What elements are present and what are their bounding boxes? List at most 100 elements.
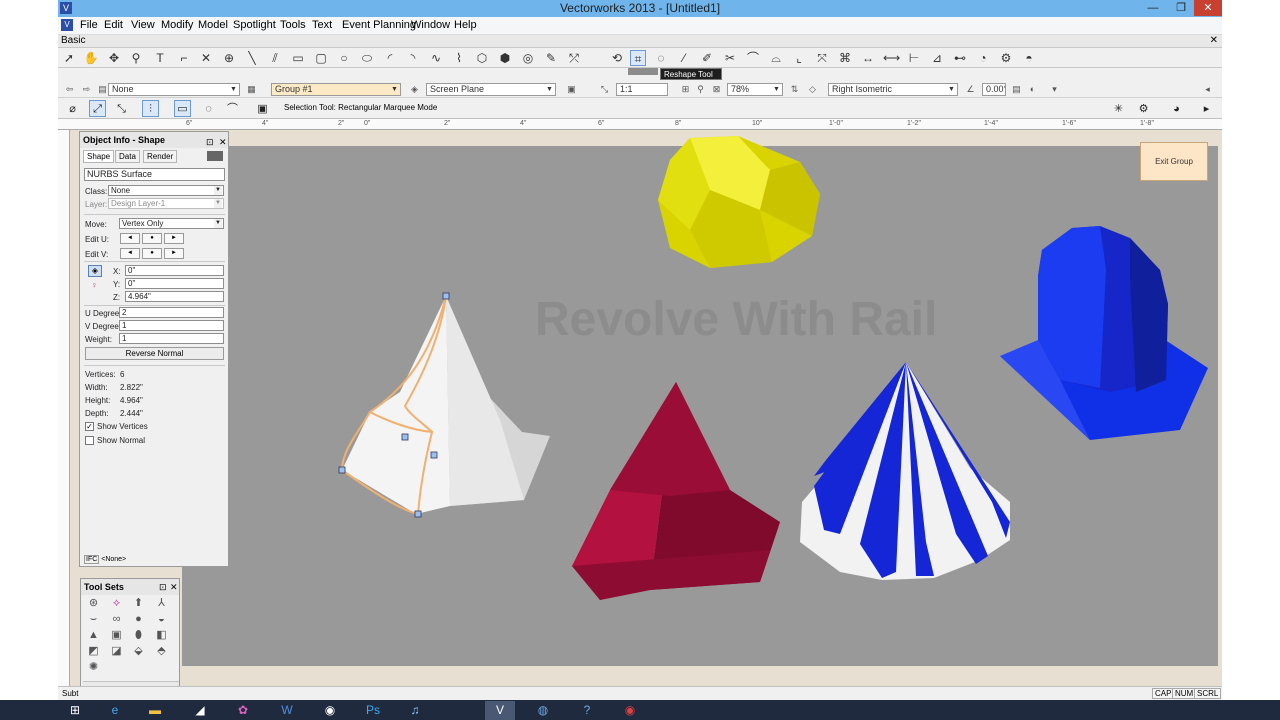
active-class-dropdown[interactable]: None ▼	[108, 83, 240, 96]
menu-tools[interactable]: Tools	[280, 19, 306, 31]
mode-close-icon[interactable]: ▸	[1198, 100, 1215, 117]
exit-group-button[interactable]: Exit Group	[1140, 142, 1208, 181]
active-layer-dropdown[interactable]: Group #1 ▼	[271, 83, 401, 96]
internet-explorer-icon[interactable]: e	[100, 701, 130, 720]
menu-file[interactable]: File	[80, 19, 98, 31]
offset-tool-icon[interactable]: ⌓	[768, 50, 784, 66]
view-options-icon[interactable]: ▾	[1048, 83, 1061, 96]
edit-u-prev-button[interactable]: ◄	[120, 233, 140, 244]
deform-tool-icon[interactable]: ✺	[86, 661, 101, 674]
paint-icon[interactable]: ✿	[228, 701, 258, 720]
box-tool-icon[interactable]: ▣	[109, 629, 124, 642]
palette-menu-icon[interactable]: ◂	[1201, 83, 1214, 96]
menu-modify[interactable]: Modify	[161, 19, 193, 31]
reshape-flyout-indicator[interactable]	[628, 68, 658, 75]
y-field[interactable]: 0"	[125, 278, 224, 289]
lock-mode-icon[interactable]: ⫶	[142, 100, 159, 117]
callout-tool-icon[interactable]: ⌐	[176, 50, 192, 66]
sphere-tool-icon[interactable]: ●	[131, 613, 146, 626]
windows-start-icon[interactable]: ⊞	[60, 701, 90, 720]
move-dropdown[interactable]: Vertex Only ▼	[119, 218, 224, 229]
help-icon[interactable]: ?	[572, 701, 602, 720]
3d-modeling-set-icon[interactable]: ⊛	[86, 597, 101, 610]
polygon-marquee-mode-icon[interactable]: ◌	[200, 100, 217, 117]
selection-preferences-icon[interactable]: ▣	[254, 100, 271, 117]
angle-dimension-tool-icon[interactable]: ⊿	[929, 50, 945, 66]
hemisphere-tool-icon[interactable]: ◒	[154, 613, 169, 626]
taper-face-tool-icon[interactable]: ⬘	[154, 645, 169, 658]
edit-v-center-button[interactable]: ●	[142, 248, 162, 259]
tab-data[interactable]: Data	[115, 150, 140, 163]
polygon-tool-icon[interactable]: ⬡	[474, 50, 490, 66]
3d-modeling-active-set-icon[interactable]: ⟡	[109, 597, 124, 610]
locus-tool-icon[interactable]: ✕	[198, 50, 214, 66]
layer-scale-field[interactable]: 1:1	[616, 83, 668, 96]
pan-tool-icon[interactable]: ✋	[83, 50, 99, 66]
pin-icon[interactable]: ⊡	[159, 579, 167, 595]
eyedropper-tool-icon[interactable]: ✎	[543, 50, 559, 66]
lighting-icon[interactable]: ◐	[1026, 83, 1039, 96]
visibility-icon[interactable]: ◕	[1168, 100, 1185, 117]
menu-text[interactable]: Text	[312, 19, 332, 31]
class-dropdown[interactable]: None ▼	[108, 185, 224, 196]
flyover-icon[interactable]: ⇅	[788, 83, 801, 96]
show-vertices-checkbox[interactable]: ✓	[85, 422, 94, 431]
close-icon[interactable]: ✕	[219, 134, 227, 150]
spiral-tool-icon[interactable]: ◎	[520, 50, 536, 66]
polyline-tool-icon[interactable]: ⌇	[451, 50, 467, 66]
view-dropdown[interactable]: Right Isometric ▼	[828, 83, 958, 96]
connect-tool-icon[interactable]: ⌞	[791, 50, 807, 66]
tab-shape[interactable]: Shape	[83, 150, 115, 163]
photoshop-icon[interactable]: Ps	[358, 701, 388, 720]
mirror-tool-icon[interactable]: ◌	[653, 50, 669, 66]
reshape-tool-icon[interactable]: ⌗	[630, 50, 646, 66]
recorder-icon[interactable]: ◉	[615, 701, 645, 720]
v-degree-field[interactable]: 1	[119, 320, 224, 331]
menu-view[interactable]: View	[131, 19, 155, 31]
previous-view-icon[interactable]: ⇦	[63, 83, 76, 96]
layer-dropdown[interactable]: Design Layer-1 ▼	[108, 198, 224, 209]
flyover-tool-icon[interactable]: ✥	[106, 50, 122, 66]
z-field[interactable]: 4.964"	[125, 291, 224, 302]
nurbs-curve-tool-icon[interactable]: ∞	[109, 613, 124, 626]
chain-dimension-tool-icon[interactable]: ⊢	[906, 50, 922, 66]
constrained-dimension-tool-icon[interactable]: ⟷	[883, 50, 900, 66]
rectangle-tool-icon[interactable]: ▭	[290, 50, 306, 66]
doc-icon[interactable]: V	[61, 19, 73, 31]
rotate-tool-icon[interactable]: ⟲	[609, 50, 625, 66]
cinema4d-icon[interactable]: ◉	[315, 701, 345, 720]
circle-tool-icon[interactable]: ○	[336, 50, 352, 66]
edit-u-center-button[interactable]: ●	[142, 233, 162, 244]
file-explorer-icon[interactable]: ▬	[140, 701, 170, 720]
menu-spotlight[interactable]: Spotlight	[233, 19, 276, 31]
minimize-button[interactable]: —	[1140, 0, 1166, 16]
snapping-settings-icon[interactable]: ⚙	[1135, 100, 1152, 117]
vertex-position-icon[interactable]: ◈	[88, 265, 102, 277]
working-plane-dropdown[interactable]: Screen Plane ▼	[426, 83, 556, 96]
dimension-tool-icon[interactable]: ↔	[860, 50, 876, 66]
render-mode-icon[interactable]: ◇	[806, 83, 819, 96]
disable-interactive-scaling-icon[interactable]: ⌀	[64, 100, 81, 117]
weight-field[interactable]: 1	[119, 333, 224, 344]
pin-icon[interactable]: ⊡	[206, 134, 214, 150]
chamfer-edge-tool-icon[interactable]: ◪	[109, 645, 124, 658]
menu-help[interactable]: Help	[454, 19, 477, 31]
3d-axis-tool-icon[interactable]: ⅄	[154, 597, 169, 610]
line-tool-icon[interactable]: ╲	[244, 50, 260, 66]
ifc-label[interactable]: IFC	[84, 555, 100, 564]
vectorworks-icon[interactable]: V	[485, 701, 515, 720]
attribute-mapping-tool-icon[interactable]: ⤱	[566, 50, 582, 66]
tab-render[interactable]: Render	[143, 150, 178, 163]
vertex-lock-icon[interactable]: ♀	[91, 280, 98, 290]
visualization-tool-icon[interactable]: ⚙	[998, 50, 1014, 66]
regular-polygon-tool-icon[interactable]: ⬢	[497, 50, 513, 66]
close-icon[interactable]: ✕	[170, 579, 178, 595]
edit-v-prev-button[interactable]: ◄	[120, 248, 140, 259]
word-icon[interactable]: W	[272, 701, 302, 720]
sweep-tool-icon[interactable]: ⌣	[86, 613, 101, 626]
arc-tool-icon[interactable]: ◜	[382, 50, 398, 66]
split-tool-icon[interactable]: ⁄	[676, 50, 692, 66]
shell-tool-icon[interactable]: ◧	[154, 629, 169, 642]
3d-locus-tool-icon[interactable]: ⊕	[221, 50, 237, 66]
move-by-points-tool-icon[interactable]: ⤧	[814, 50, 830, 66]
